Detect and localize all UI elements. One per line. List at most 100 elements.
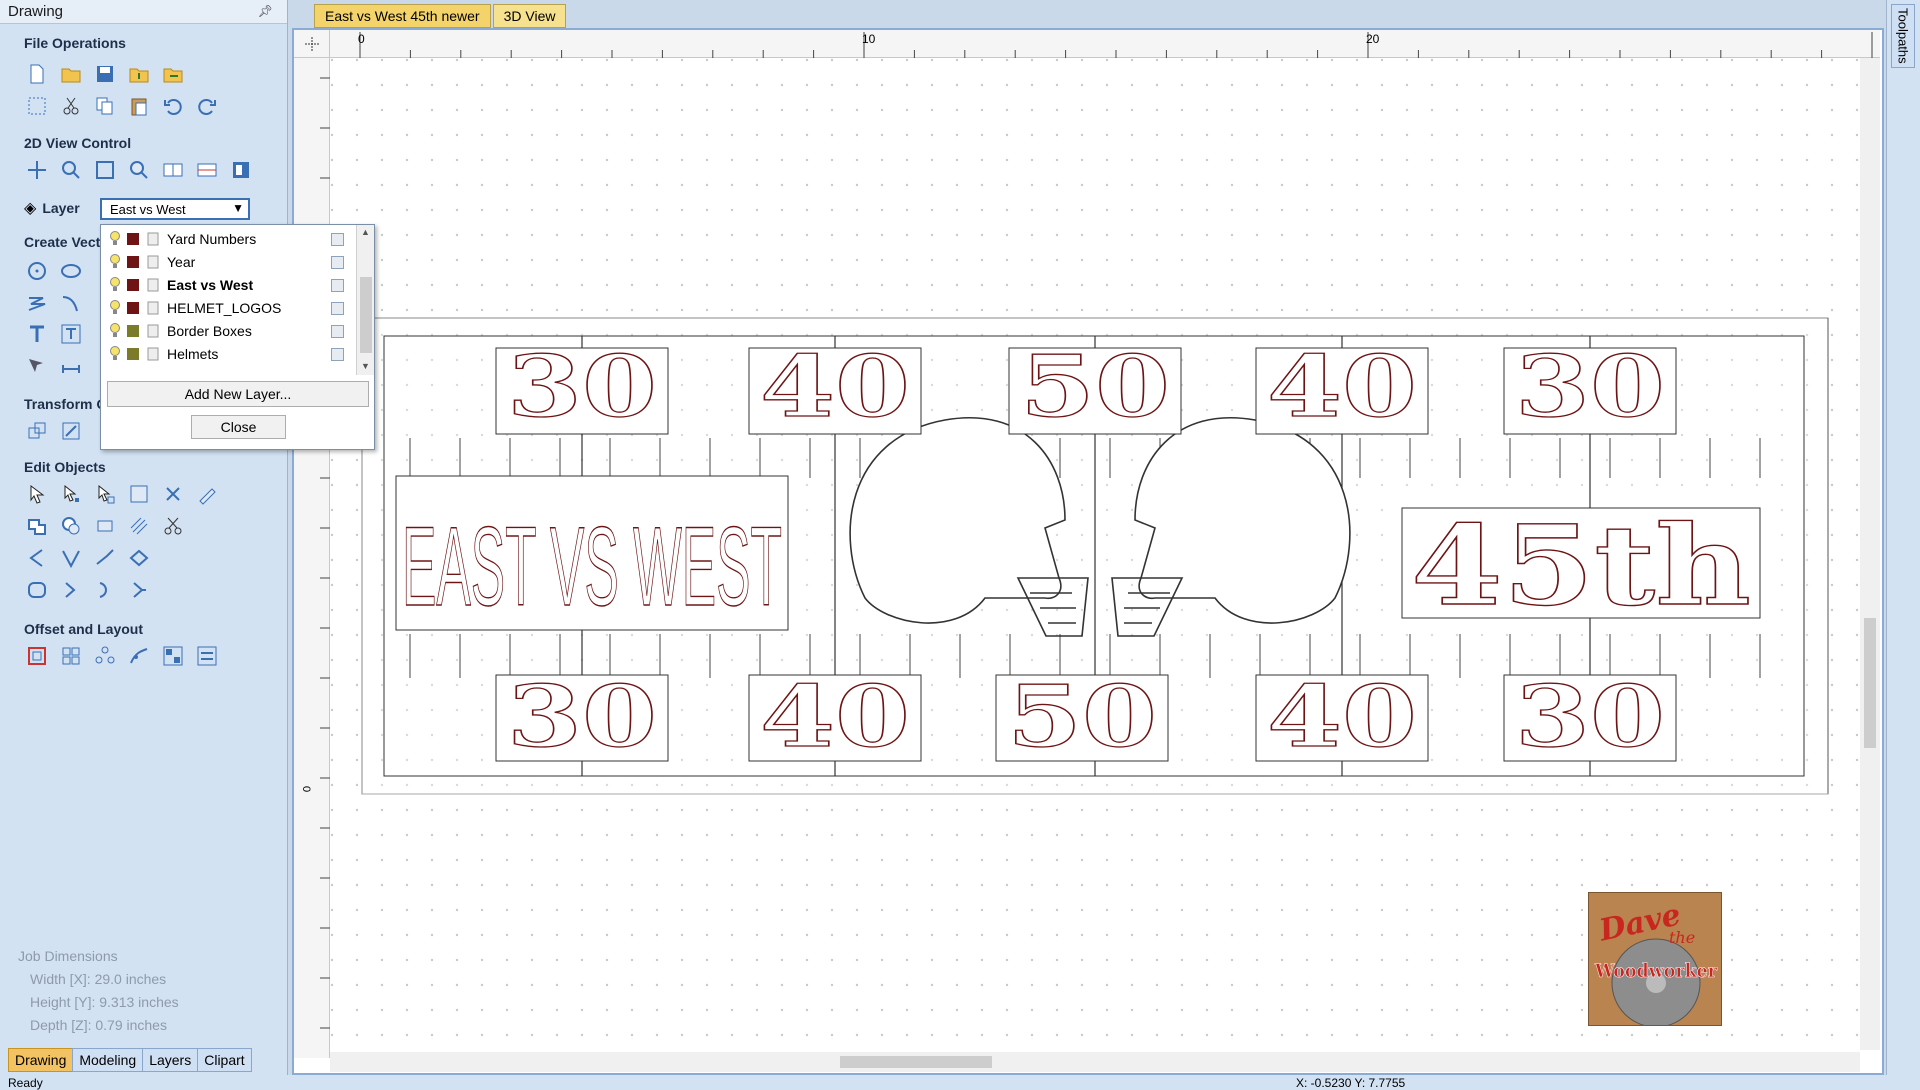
layer-item[interactable]: HELMET_LOGOS [101,297,351,319]
yard-number[interactable]: 50 [1006,666,1157,766]
layer-item[interactable]: Yard Numbers [101,228,351,250]
layer-color-swatch[interactable] [127,279,139,291]
vertical-scrollbar[interactable] [1860,58,1880,1050]
lightbulb-icon[interactable] [109,346,121,362]
draw-curve-icon[interactable] [58,290,84,316]
yard-number[interactable]: 40 [759,666,910,766]
layer-lock-icon[interactable] [147,255,159,269]
layer-item[interactable]: Border Boxes [101,320,351,342]
ruler-corner[interactable] [294,30,330,58]
scroll-thumb[interactable] [360,277,372,353]
align-icon[interactable] [126,481,152,507]
lightbulb-icon[interactable] [109,254,121,270]
export-folder-icon[interactable] [160,61,186,87]
lightbulb-icon[interactable] [109,277,121,293]
move-icon[interactable] [24,418,50,444]
draw-circle-icon[interactable] [24,258,50,284]
layer-lock-icon[interactable] [147,232,159,246]
tab-toolpaths[interactable]: Toolpaths [1891,4,1915,68]
select-all-icon[interactable] [24,93,50,119]
layer-lock-icon[interactable] [147,301,159,315]
delete-vector-icon[interactable] [160,481,186,507]
tab-layers[interactable]: Layers [142,1048,199,1072]
yard-number[interactable]: 30 [506,666,657,766]
scroll-up-icon[interactable]: ▲ [361,227,370,237]
cut-icon[interactable] [58,93,84,119]
scale-icon[interactable] [58,418,84,444]
center-view-icon[interactable] [194,157,220,183]
view-material-icon[interactable] [160,157,186,183]
layer-lock-icon[interactable] [147,324,159,338]
measure-icon[interactable] [58,352,84,378]
tab-drawing[interactable]: Drawing [8,1048,74,1072]
layer-select[interactable]: East vs West ▼ [100,198,250,220]
layer-visibility-box[interactable] [331,324,344,338]
text-icon[interactable] [24,321,50,347]
offset-vector-icon[interactable] [24,577,50,603]
layer-lock-icon[interactable] [147,278,159,292]
yard-number[interactable]: 40 [759,336,910,436]
horizontal-scrollbar[interactable] [330,1052,1860,1072]
layer-color-swatch[interactable] [127,325,139,337]
copy-along-vector-icon[interactable] [126,643,152,669]
weld-icon[interactable] [24,513,50,539]
auto-layout-icon[interactable] [194,643,220,669]
import-folder-icon[interactable] [126,61,152,87]
array-icon[interactable] [58,643,84,669]
layer-visibility-box[interactable] [331,347,344,361]
subtract-icon[interactable] [58,513,84,539]
lightbulb-icon[interactable] [109,323,121,339]
banner-text[interactable]: EAST VS WEST [401,503,782,629]
undo-icon[interactable] [160,93,186,119]
select-arrow-icon[interactable] [24,481,50,507]
tab-3d-view[interactable]: 3D View [492,4,567,28]
yard-number[interactable]: 30 [506,336,657,436]
redo-icon[interactable] [194,93,220,119]
fillet-icon[interactable] [58,545,84,571]
close-vector-icon[interactable] [126,545,152,571]
toggle-view-icon[interactable] [228,157,254,183]
scroll-down-icon[interactable]: ▼ [361,361,370,371]
layer-visibility-box[interactable] [331,301,344,315]
hatch-icon[interactable] [126,513,152,539]
intersect-icon[interactable] [92,513,118,539]
save-icon[interactable] [92,61,118,87]
extend-icon[interactable] [92,545,118,571]
transform-select-icon[interactable] [92,481,118,507]
layer-lock-icon[interactable] [147,347,159,361]
yard-number[interactable]: 30 [1514,336,1665,436]
open-folder-icon[interactable] [58,61,84,87]
bracket-split-icon[interactable] [126,577,152,603]
lightbulb-icon[interactable] [109,300,121,316]
hscroll-thumb[interactable] [840,1056,992,1068]
year-text[interactable]: 45th [1410,500,1751,630]
layer-color-swatch[interactable] [127,302,139,314]
copy-icon[interactable] [92,93,118,119]
draw-polyline-icon[interactable] [24,290,50,316]
layer-visibility-box[interactable] [331,278,344,292]
node-edit-icon[interactable] [24,352,50,378]
layer-item[interactable]: Year [101,251,351,273]
draw-ellipse-icon[interactable] [58,258,84,284]
layer-color-swatch[interactable] [127,233,139,245]
new-file-icon[interactable] [24,61,50,87]
layer-item[interactable]: East vs West [101,274,351,296]
nesting-icon[interactable] [160,643,186,669]
lightbulb-icon[interactable] [109,231,121,247]
zoom-extents-icon[interactable] [92,157,118,183]
add-new-layer-button[interactable]: Add New Layer... [107,381,369,407]
yard-number[interactable]: 40 [1266,336,1417,436]
trim-icon[interactable] [160,513,186,539]
vscroll-thumb[interactable] [1864,618,1876,748]
yard-number[interactable]: 50 [1019,336,1170,436]
pan-icon[interactable] [24,157,50,183]
layer-color-swatch[interactable] [127,348,139,360]
zoom-icon[interactable] [58,157,84,183]
chevron-down-icon[interactable]: ▼ [232,201,244,215]
arc-right-icon[interactable] [92,577,118,603]
yard-number[interactable]: 30 [1514,666,1665,766]
join-icon[interactable] [24,545,50,571]
close-button[interactable]: Close [191,415,286,439]
pin-icon[interactable]: 📌︎ [258,4,273,18]
circular-array-icon[interactable] [92,643,118,669]
